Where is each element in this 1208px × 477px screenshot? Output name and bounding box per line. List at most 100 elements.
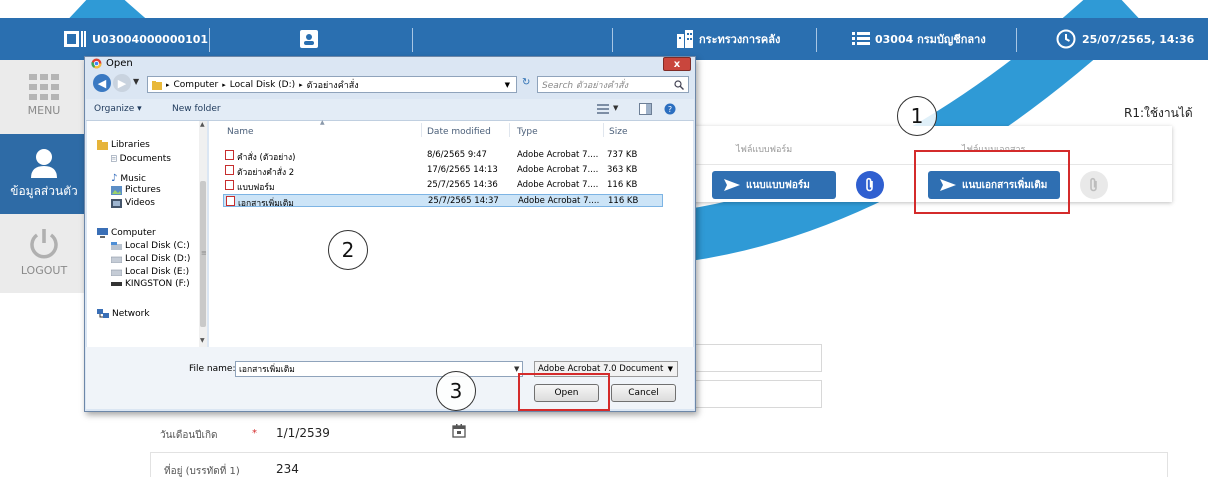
ministry-area: กระทรวงการคลัง [676,18,780,60]
cancel-button[interactable]: Cancel [611,384,676,402]
attach-form-button[interactable]: แนบแบบฟอร์ม [712,171,836,199]
profile-card-icon[interactable] [300,30,318,48]
address-field-box[interactable] [150,452,1168,477]
forward-button[interactable]: ▶ [113,74,131,92]
arrow-right-icon: ▶ [117,76,127,90]
drive-icon [111,242,122,250]
breadcrumb-separator-icon: ▸ [222,80,226,89]
open-file-dialog: Open x ◀ ▶ ▼ ▸ Computer ▸ Local Disk (D:… [84,56,696,412]
new-folder-button[interactable]: New folder [172,104,221,114]
close-button[interactable]: x [663,57,691,71]
preview-pane-icon[interactable] [639,103,652,115]
tree-item-libraries[interactable]: Libraries [97,140,150,150]
file-type-dropdown-icon: ▼ [667,365,673,373]
dialog-toolbar: Organize ▾ New folder ▼ ? [86,99,694,121]
breadcrumb-local-disk-d[interactable]: Local Disk (D:) [230,80,295,90]
scroll-down-icon[interactable]: ▼ [200,337,205,344]
callout-step-1: 1 [897,96,937,136]
sidebar-logout-label: LOGOUT [20,264,68,277]
birthdate-value[interactable]: 1/1/2539 [276,426,330,440]
tree-item-network[interactable]: Network [97,309,150,319]
refresh-icon[interactable]: ↻ [522,77,530,88]
file-row[interactable]: แบบฟอร์ม 25/7/2565 14:36 Adobe Acrobat 7… [223,179,663,193]
tree-item-computer[interactable]: Computer [97,228,156,238]
grid-menu-icon [29,74,59,100]
address-bar[interactable]: ▸ Computer ▸ Local Disk (D:) ▸ ตัวอย่างค… [147,76,517,93]
file-row[interactable]: คำสั่ง (ตัวอย่าง) 8/6/2565 9:47 Adobe Ac… [223,149,663,163]
tree-item-local-disk-d[interactable]: Local Disk (D:) [111,254,190,264]
attach-form-clip-button[interactable] [856,171,884,199]
sidebar-menu-label: MENU [27,104,61,117]
address-value[interactable]: 234 [276,462,299,476]
status-badge: R1:ใช้งานได้ [1124,106,1193,120]
view-dropdown-icon[interactable]: ▼ [613,104,618,112]
search-placeholder: Search ตัวอย่างคำสั่ง [542,80,628,91]
music-icon: ♪ [111,173,118,184]
sidebar: MENU ข้อมูลส่วนตัว LOGOUT [0,60,88,293]
address-dropdown-icon[interactable]: ▼ [505,81,510,89]
file-name-label: File name: [189,364,236,374]
form-field-box[interactable] [694,344,822,372]
file-row-selected[interactable]: เอกสารเพิ่มเติม 25/7/2565 14:37 Adobe Ac… [223,194,663,209]
tree-item-music[interactable]: ♪ Music [111,173,146,184]
computer-icon [97,228,108,238]
attach-doc-clip-button[interactable] [1080,171,1108,199]
profile-area[interactable] [300,18,318,60]
organize-button[interactable]: Organize ▾ [94,104,142,114]
birthdate-label: วันเดือนปีเกิด [160,430,218,441]
usb-drive-icon [111,282,122,286]
required-mark: * [252,428,257,439]
building-icon [677,30,693,48]
pictures-icon [111,185,122,195]
scroll-up-icon[interactable]: ▲ [200,121,205,128]
back-button[interactable]: ◀ [93,74,111,92]
chrome-icon [91,58,102,69]
pdf-file-icon [225,150,234,160]
tree-item-local-disk-e[interactable]: Local Disk (E:) [111,267,189,277]
calendar-icon[interactable] [452,424,466,438]
breadcrumb-computer[interactable]: Computer [174,80,219,90]
ministry-name: กระทรวงการคลัง [699,33,781,46]
dialog-title-bar: Open [91,58,133,69]
file-name-dropdown-icon[interactable]: ▼ [514,365,519,373]
drive-icon [111,256,122,263]
libraries-icon [97,140,108,150]
sidebar-item-menu[interactable]: MENU [0,60,88,134]
callout-step-2: 2 [328,230,368,270]
sidebar-item-logout[interactable]: LOGOUT [0,214,88,293]
pdf-file-icon [225,180,234,190]
tree-item-pictures[interactable]: Pictures [111,185,161,195]
file-row[interactable]: ตัวอย่างคำสั่ง 2 17/6/2565 14:13 Adobe A… [223,164,663,178]
tree-item-documents[interactable]: Documents [111,153,171,164]
tree-splitter-icon[interactable]: ≡ [201,249,207,257]
id-card-icon [64,31,86,47]
highlight-box-step-1 [914,150,1070,214]
folder-icon [152,80,162,90]
department-name: 03004 กรมบัญชีกลาง [875,33,986,46]
documents-icon [111,155,117,162]
tree-item-kingston-f[interactable]: KINGSTON (F:) [111,279,190,289]
form-field-box[interactable] [694,380,822,408]
search-input[interactable]: Search ตัวอย่างคำสั่ง [537,76,689,93]
help-icon[interactable]: ? [664,103,676,115]
tree-item-local-disk-c[interactable]: Local Disk (C:) [111,241,190,251]
history-dropdown-icon[interactable]: ▼ [133,77,139,86]
paperclip-icon [866,177,873,192]
send-icon [724,179,740,191]
view-options-icon[interactable] [597,104,609,115]
column-header-type[interactable]: Type [517,127,538,137]
current-datetime: 25/07/2565, 14:36 [1082,32,1195,46]
column-header-date-modified[interactable]: Date modified [427,127,491,137]
attach-form-label: แนบแบบฟอร์ม [746,179,810,191]
sidebar-item-personal[interactable]: ข้อมูลส่วนตัว [0,134,88,214]
column-header-size[interactable]: Size [609,127,627,137]
breadcrumb-current-folder[interactable]: ตัวอย่างคำสั่ง [307,78,359,92]
drive-icon [111,269,122,276]
list-icon [852,32,870,45]
column-header-name[interactable]: Name [227,127,254,137]
file-name-input[interactable]: เอกสารเพิ่มเติม [235,361,523,377]
tree-item-videos[interactable]: Videos [111,198,155,208]
power-icon [30,229,58,259]
search-icon [674,80,684,90]
user-code: U03004000000101 [92,32,209,46]
